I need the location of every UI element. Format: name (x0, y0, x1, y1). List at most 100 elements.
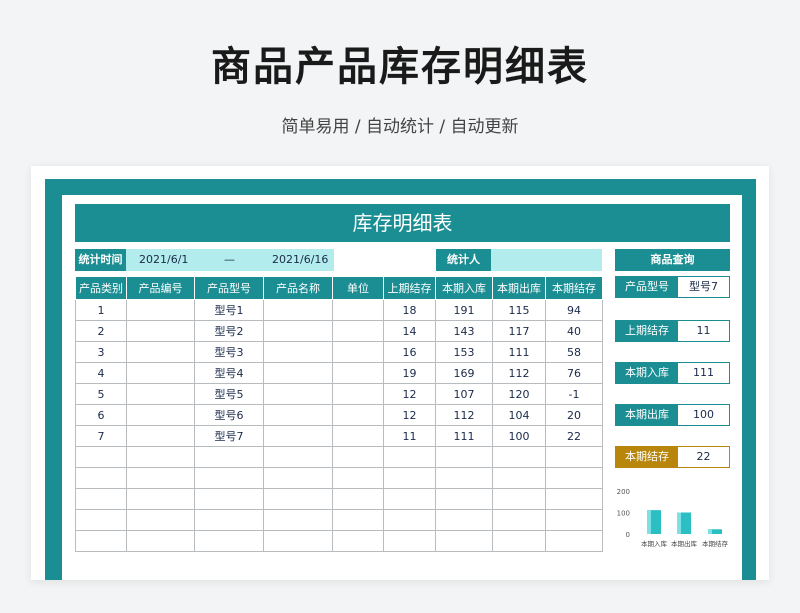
table-cell[interactable] (332, 404, 384, 426)
table-cell[interactable]: 169 (435, 362, 493, 384)
table-cell[interactable]: 3 (75, 341, 127, 363)
table-cell[interactable] (332, 299, 384, 321)
table-cell[interactable] (545, 488, 603, 510)
table-cell[interactable]: 22 (545, 425, 603, 447)
table-cell[interactable]: 11 (383, 425, 436, 447)
table-cell[interactable] (75, 446, 127, 468)
table-cell[interactable] (263, 446, 333, 468)
table-cell[interactable] (492, 530, 546, 552)
table-cell[interactable] (263, 509, 333, 531)
table-cell[interactable]: 14 (383, 320, 436, 342)
table-cell[interactable] (332, 383, 384, 405)
table-cell[interactable]: 型号4 (194, 362, 264, 384)
table-cell[interactable]: 143 (435, 320, 493, 342)
table-cell[interactable] (194, 488, 264, 510)
table-cell[interactable] (126, 341, 195, 363)
table-cell[interactable] (492, 509, 546, 531)
table-cell[interactable] (492, 446, 546, 468)
table-cell[interactable] (383, 509, 436, 531)
query-model-select[interactable]: 型号7 (678, 277, 729, 297)
table-cell[interactable]: 100 (492, 425, 546, 447)
table-cell[interactable]: 120 (492, 383, 546, 405)
table-cell[interactable]: 20 (545, 404, 603, 426)
table-cell[interactable]: 型号5 (194, 383, 264, 405)
table-cell[interactable] (75, 530, 127, 552)
table-cell[interactable] (263, 488, 333, 510)
table-cell[interactable]: 94 (545, 299, 603, 321)
table-cell[interactable]: 6 (75, 404, 127, 426)
table-cell[interactable] (332, 446, 384, 468)
table-cell[interactable] (126, 446, 195, 468)
table-cell[interactable]: 4 (75, 362, 127, 384)
table-cell[interactable]: 117 (492, 320, 546, 342)
table-cell[interactable] (263, 530, 333, 552)
table-cell[interactable] (435, 530, 493, 552)
table-cell[interactable] (194, 467, 264, 489)
table-cell[interactable]: 1 (75, 299, 127, 321)
table-cell[interactable] (435, 446, 493, 468)
table-cell[interactable] (126, 320, 195, 342)
table-cell[interactable]: 型号7 (194, 425, 264, 447)
table-cell[interactable] (332, 362, 384, 384)
table-cell[interactable]: 191 (435, 299, 493, 321)
table-cell[interactable] (545, 446, 603, 468)
table-cell[interactable] (194, 446, 264, 468)
table-cell[interactable] (492, 467, 546, 489)
table-cell[interactable] (435, 509, 493, 531)
person-value[interactable] (491, 249, 602, 271)
table-cell[interactable] (545, 530, 603, 552)
table-cell[interactable]: 型号3 (194, 341, 264, 363)
table-cell[interactable]: 16 (383, 341, 436, 363)
date-range-cell[interactable]: 2021/6/1 — 2021/6/16 (126, 249, 334, 271)
table-cell[interactable]: 型号6 (194, 404, 264, 426)
table-cell[interactable] (263, 341, 333, 363)
table-cell[interactable] (194, 530, 264, 552)
table-cell[interactable]: 76 (545, 362, 603, 384)
table-cell[interactable] (383, 467, 436, 489)
table-cell[interactable] (332, 341, 384, 363)
table-cell[interactable]: 104 (492, 404, 546, 426)
table-cell[interactable] (383, 530, 436, 552)
table-cell[interactable]: 5 (75, 383, 127, 405)
table-cell[interactable] (263, 467, 333, 489)
table-cell[interactable]: 型号2 (194, 320, 264, 342)
table-cell[interactable] (75, 467, 127, 489)
table-cell[interactable]: 107 (435, 383, 493, 405)
table-cell[interactable] (383, 446, 436, 468)
table-cell[interactable]: 7 (75, 425, 127, 447)
table-cell[interactable] (126, 509, 195, 531)
table-cell[interactable] (194, 509, 264, 531)
table-cell[interactable] (332, 488, 384, 510)
table-cell[interactable]: -1 (545, 383, 603, 405)
table-cell[interactable]: 12 (383, 383, 436, 405)
table-cell[interactable] (263, 383, 333, 405)
table-cell[interactable] (126, 425, 195, 447)
table-cell[interactable] (126, 530, 195, 552)
table-cell[interactable] (435, 488, 493, 510)
table-cell[interactable] (263, 320, 333, 342)
table-cell[interactable] (332, 467, 384, 489)
table-cell[interactable]: 型号1 (194, 299, 264, 321)
table-cell[interactable] (263, 404, 333, 426)
table-cell[interactable] (263, 425, 333, 447)
table-cell[interactable] (126, 467, 195, 489)
table-cell[interactable] (126, 362, 195, 384)
table-cell[interactable] (126, 404, 195, 426)
table-cell[interactable] (263, 299, 333, 321)
table-cell[interactable] (126, 488, 195, 510)
table-cell[interactable]: 2 (75, 320, 127, 342)
table-cell[interactable] (332, 509, 384, 531)
table-cell[interactable]: 115 (492, 299, 546, 321)
table-cell[interactable] (545, 467, 603, 489)
table-cell[interactable] (263, 362, 333, 384)
table-cell[interactable] (75, 509, 127, 531)
table-cell[interactable]: 58 (545, 341, 603, 363)
table-cell[interactable] (545, 509, 603, 531)
table-cell[interactable]: 40 (545, 320, 603, 342)
table-cell[interactable]: 112 (435, 404, 493, 426)
table-cell[interactable] (492, 488, 546, 510)
table-cell[interactable] (435, 467, 493, 489)
table-cell[interactable]: 111 (492, 341, 546, 363)
table-cell[interactable] (126, 299, 195, 321)
table-cell[interactable] (332, 425, 384, 447)
